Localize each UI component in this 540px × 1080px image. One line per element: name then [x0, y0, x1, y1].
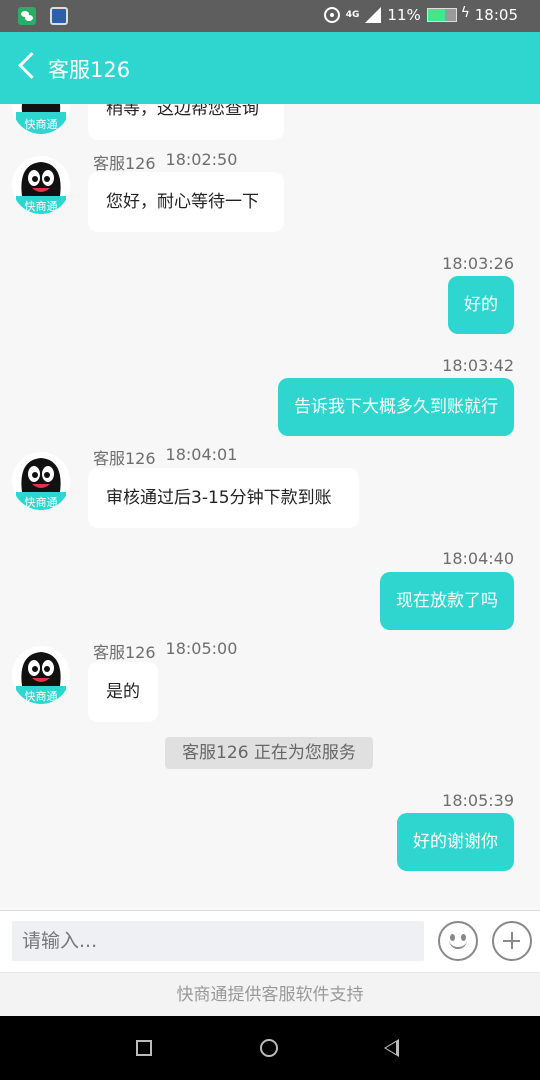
agent-avatar[interactable]: 快商通 [12, 104, 70, 134]
message-text: 您好，耐心等待一下 [106, 192, 259, 212]
avatar-badge-text: 快商通 [25, 199, 58, 213]
message-meta: 客服126 18:05:00 [93, 639, 237, 663]
status-bar: 4G 11% 18:05 [0, 0, 540, 32]
input-bar [0, 910, 540, 972]
agent-avatar[interactable]: 快商通 [12, 646, 70, 704]
penguin-avatar-icon: 快商通 [12, 452, 70, 510]
message-time: 18:03:26 [442, 254, 514, 273]
battery-percent: 11% [387, 6, 421, 24]
add-attachment-button[interactable] [492, 921, 532, 961]
charging-icon [461, 5, 470, 22]
message-text: 稍等，这边帮您查询 [106, 104, 259, 119]
agent-avatar[interactable]: 快商通 [12, 452, 70, 510]
message-meta: 客服126 18:04:01 [93, 445, 237, 469]
avatar-badge-text: 快商通 [25, 117, 58, 131]
chat-header: 客服126 [0, 32, 540, 104]
message-text: 审核通过后3-15分钟下款到账 [106, 488, 332, 508]
network-type-label: 4G [345, 9, 360, 20]
message-text: 是的 [106, 682, 140, 702]
chat-title: 客服126 [48, 58, 131, 82]
message-time: 18:04:01 [165, 445, 238, 464]
message-text: 告诉我下大概多久到账就行 [294, 397, 498, 417]
message-time: 18:03:42 [442, 356, 514, 375]
user-message-bubble[interactable]: 好的谢谢你 [397, 813, 514, 871]
avatar-badge-text: 快商通 [25, 689, 58, 703]
penguin-avatar-icon: 快商通 [12, 646, 70, 704]
agent-message-bubble[interactable]: 审核通过后3-15分钟下款到账 [88, 468, 359, 528]
battery-icon [426, 8, 457, 22]
hotspot-icon [323, 7, 340, 23]
sender-name: 客服126 [93, 643, 156, 662]
back-triangle-icon[interactable] [384, 1039, 399, 1057]
message-time: 18:02:50 [165, 150, 238, 169]
emoji-button[interactable] [438, 921, 478, 961]
home-icon[interactable] [260, 1039, 278, 1057]
sender-name: 客服126 [93, 449, 156, 468]
message-list[interactable]: 快商通 稍等，这边帮您查询 客服126 18:02:50 快商通 您好，耐心等待… [0, 104, 540, 910]
message-time: 18:05:39 [442, 791, 514, 810]
message-time: 18:05:00 [165, 639, 238, 658]
system-navigation-bar [0, 1016, 540, 1080]
message-text: 好的谢谢你 [413, 832, 498, 852]
app-notification-icon [50, 7, 68, 25]
agent-message-bubble[interactable]: 您好，耐心等待一下 [88, 172, 284, 232]
wechat-notification-icon [18, 7, 36, 25]
message-time: 18:04:40 [442, 549, 514, 568]
message-meta: 客服126 18:02:50 [93, 150, 237, 174]
agent-avatar[interactable]: 快商通 [12, 156, 70, 214]
agent-message-bubble[interactable]: 是的 [88, 662, 158, 722]
agent-message-bubble[interactable]: 稍等，这边帮您查询 [88, 104, 284, 140]
signal-icon [365, 7, 382, 23]
user-message-bubble[interactable]: 现在放款了吗 [380, 572, 514, 630]
emoji-icon-mouth [449, 939, 467, 949]
back-arrow-icon[interactable] [18, 52, 45, 79]
message-input[interactable] [12, 921, 424, 961]
message-text: 现在放款了吗 [396, 591, 498, 611]
clock: 18:05 [474, 6, 518, 24]
powered-by-footer: 快商通提供客服软件支持 [0, 972, 540, 1016]
sender-name: 客服126 [93, 154, 156, 173]
penguin-avatar-icon: 快商通 [12, 156, 70, 214]
user-message-bubble[interactable]: 好的 [448, 276, 514, 334]
message-text: 好的 [464, 295, 498, 315]
penguin-avatar-icon: 快商通 [12, 104, 70, 134]
system-notice: 客服126 正在为您服务 [165, 737, 373, 769]
avatar-badge-text: 快商通 [25, 495, 58, 509]
recent-apps-icon[interactable] [136, 1040, 152, 1056]
user-message-bubble[interactable]: 告诉我下大概多久到账就行 [278, 378, 514, 436]
